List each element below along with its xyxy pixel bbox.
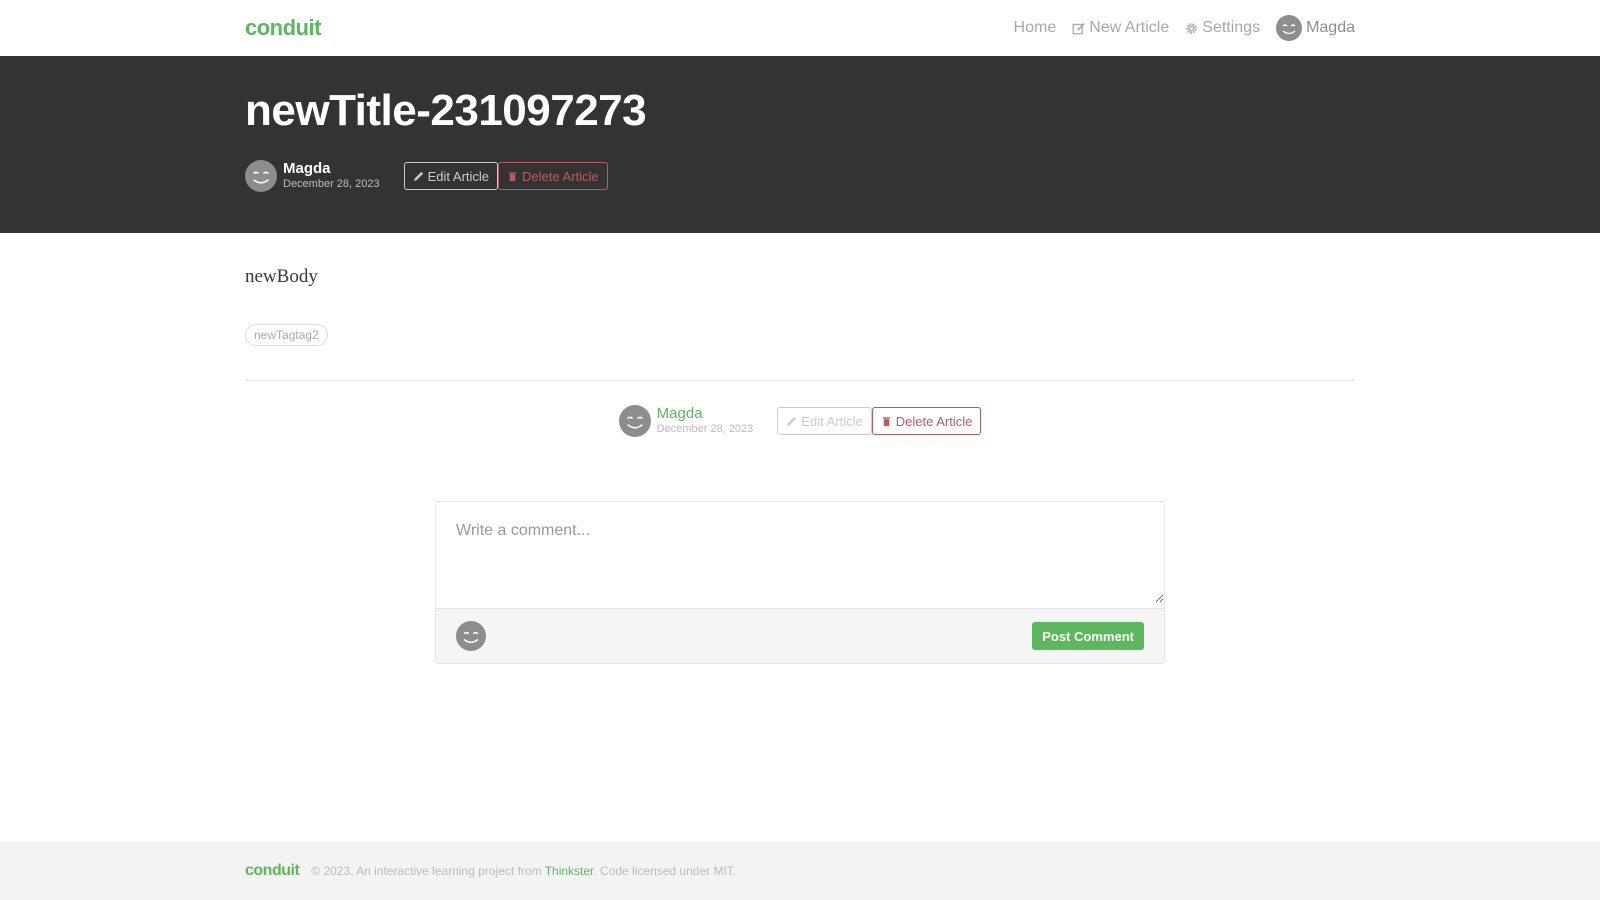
tag-pill: newTagtag2 bbox=[245, 324, 328, 346]
user-avatar bbox=[1276, 15, 1303, 41]
smiley-avatar-icon bbox=[253, 171, 269, 184]
nav-new-article-label: New Article bbox=[1089, 19, 1170, 36]
edit-article-button[interactable]: Edit Article bbox=[403, 162, 499, 190]
post-comment-button[interactable]: Post Comment bbox=[1032, 622, 1144, 650]
author-avatar[interactable] bbox=[245, 160, 277, 192]
author-info: Magda December 28, 2023 bbox=[657, 405, 754, 437]
article-body: newBody bbox=[245, 266, 318, 287]
divider bbox=[245, 380, 1355, 381]
delete-article-button[interactable]: Delete Article bbox=[871, 407, 982, 435]
nav-user-label: Magda bbox=[1306, 19, 1355, 36]
edit-article-label: Edit Article bbox=[801, 413, 863, 429]
smiley-avatar-icon bbox=[626, 416, 643, 429]
gear-icon bbox=[1186, 22, 1198, 34]
delete-article-label: Delete Article bbox=[522, 168, 599, 184]
comment-form: Post Comment bbox=[435, 501, 1165, 664]
thinkster-link[interactable]: Thinkster bbox=[545, 864, 594, 878]
article-date: December 28, 2023 bbox=[283, 178, 380, 190]
pencil-icon bbox=[413, 171, 423, 181]
nav-home[interactable]: Home bbox=[1014, 19, 1057, 37]
nav-settings[interactable]: Settings bbox=[1185, 19, 1260, 37]
article-title: newTitle-231097273 bbox=[245, 86, 647, 135]
nav-profile[interactable]: Magda bbox=[1276, 15, 1355, 41]
comment-input[interactable] bbox=[436, 502, 1164, 603]
footer-text-after: . Code licensed under MIT. bbox=[593, 864, 737, 878]
comment-form-footer: Post Comment bbox=[436, 608, 1164, 663]
author-info: Magda December 28, 2023 bbox=[283, 160, 380, 192]
footer-text-before: © 2023. An interactive learning project … bbox=[311, 864, 542, 878]
smiley-avatar-icon bbox=[463, 631, 479, 644]
nav-links: Home New Article Settings Magda bbox=[1014, 15, 1355, 41]
navbar: conduit Home New Article Settings Magda bbox=[0, 0, 1600, 56]
article-meta-bottom: Magda December 28, 2023 Edit Article Del… bbox=[618, 405, 982, 437]
author-name[interactable]: Magda bbox=[657, 405, 754, 422]
footer: conduit © 2023. An interactive learning … bbox=[0, 842, 1600, 900]
delete-article-label: Delete Article bbox=[895, 413, 973, 429]
edit-square-icon bbox=[1072, 22, 1085, 34]
article-page: newBody newTagtag2 Magda December 28, 20… bbox=[245, 266, 1355, 664]
article-meta-top: Magda December 28, 2023 Edit Article Del… bbox=[245, 160, 1355, 192]
pencil-icon bbox=[787, 416, 797, 426]
article-actions: Magda December 28, 2023 Edit Article Del… bbox=[245, 405, 1355, 437]
trash-icon bbox=[508, 171, 517, 181]
edit-article-label: Edit Article bbox=[427, 168, 490, 184]
trash-icon bbox=[882, 416, 890, 426]
article-banner: newTitle-231097273 Magda December 28, 20… bbox=[0, 56, 1600, 233]
edit-article-button[interactable]: Edit Article bbox=[777, 407, 872, 435]
author-avatar[interactable] bbox=[618, 405, 651, 437]
nav-new-article[interactable]: New Article bbox=[1072, 19, 1169, 37]
article-date: December 28, 2023 bbox=[656, 423, 754, 435]
footer-attribution: © 2023. An interactive learning project … bbox=[311, 864, 736, 878]
author-name[interactable]: Magda bbox=[283, 160, 380, 177]
comment-author-avatar bbox=[456, 621, 486, 651]
brand-logo[interactable]: conduit bbox=[245, 15, 321, 41]
nav-home-label: Home bbox=[1013, 19, 1057, 36]
delete-article-button[interactable]: Delete Article bbox=[498, 162, 608, 190]
smiley-avatar-icon bbox=[1282, 24, 1296, 35]
footer-brand[interactable]: conduit bbox=[245, 862, 300, 880]
nav-settings-label: Settings bbox=[1202, 19, 1261, 36]
